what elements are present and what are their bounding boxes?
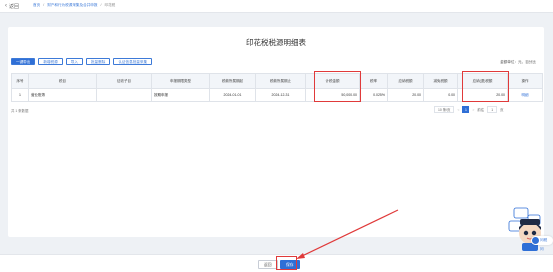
assistant-chat-label: 问税问 bbox=[540, 238, 548, 251]
cell-action: 明细 bbox=[507, 88, 543, 102]
back-link[interactable]: ‹ 返回 bbox=[5, 3, 19, 10]
cell-sub-item[interactable] bbox=[96, 88, 152, 102]
breadcrumb-separator: / bbox=[43, 3, 45, 7]
highlight-save-button bbox=[276, 256, 297, 270]
cell-tax-item[interactable]: 营业账簿 bbox=[28, 88, 97, 102]
highlight-taxable-amount bbox=[314, 71, 361, 102]
col-header-sub-item: 征收子目 bbox=[96, 73, 152, 89]
footer-back-button[interactable]: 返回 bbox=[258, 260, 278, 269]
cell-tax-rate: 0.025% bbox=[359, 88, 388, 102]
goto-label: 前往 bbox=[477, 108, 485, 112]
col-header-tax-payable: 应纳税额 bbox=[387, 73, 424, 89]
add-tax-source-button[interactable]: 新增税源 bbox=[38, 58, 63, 65]
breadcrumb: 首页 / 财产和行为税源采集及合并申报 / 印花税 bbox=[33, 3, 115, 8]
col-header-tax-rate: 税率 bbox=[359, 73, 388, 89]
batch-delete-button[interactable]: 批量删除 bbox=[85, 58, 111, 65]
goto-page-input[interactable]: 1 bbox=[487, 106, 498, 113]
total-count: 共 1 条数据 bbox=[11, 109, 29, 113]
col-header-period-type: 申报期限类型 bbox=[151, 73, 210, 89]
breadcrumb-current: 印花税 bbox=[104, 3, 116, 7]
back-label: 返回 bbox=[9, 3, 20, 10]
unit-label: 金额单位：元，百分比 bbox=[500, 60, 536, 64]
breadcrumb-tax-collection[interactable]: 财产和行为税源采集及合并申报 bbox=[47, 3, 97, 8]
highlight-tax-due bbox=[462, 71, 509, 102]
import-button[interactable]: 导入 bbox=[65, 58, 83, 65]
chevron-left-icon: ‹ bbox=[5, 3, 7, 9]
prev-page-button[interactable]: < bbox=[457, 108, 459, 112]
page-size-select[interactable]: 10 条/页 bbox=[434, 106, 455, 113]
pagination: 10 条/页 < 1 > 前往 1 页 bbox=[434, 106, 503, 113]
col-header-index: 序号 bbox=[11, 73, 29, 89]
batch-collect-button[interactable]: 认证信息批量采集 bbox=[113, 58, 153, 65]
cell-tax-payable: 20.00 bbox=[387, 88, 424, 102]
chat-icon bbox=[532, 237, 539, 244]
assistant-chat-button[interactable]: 问税问 bbox=[531, 236, 553, 251]
page-title: 印花税税源明细表 bbox=[246, 38, 306, 47]
col-header-period-start: 税款所属期起 bbox=[209, 73, 256, 89]
page-number-current[interactable]: 1 bbox=[462, 106, 470, 113]
main-card: 印花税税源明细表 一键带出 新增税源 导入 批量删除 认证信息批量采集 金额单位… bbox=[8, 27, 544, 237]
cell-tax-relief: 0.00 bbox=[423, 88, 458, 102]
breadcrumb-home[interactable]: 首页 bbox=[33, 3, 40, 8]
detail-link[interactable]: 明细 bbox=[522, 93, 529, 97]
cell-index: 1 bbox=[11, 88, 29, 102]
col-header-period-end: 税款所属期止 bbox=[255, 73, 306, 89]
col-header-action: 操作 bbox=[507, 73, 543, 89]
cell-period-end[interactable]: 2024-12-31 bbox=[255, 88, 306, 102]
cell-period-type[interactable]: 按期申报 bbox=[151, 88, 210, 102]
col-header-tax-relief: 减免税额 bbox=[423, 73, 458, 89]
top-bar: ‹ 返回 首页 / 财产和行为税源采集及合并申报 / 印花税 bbox=[0, 0, 553, 13]
breadcrumb-separator: / bbox=[100, 3, 102, 7]
col-header-tax-item: 税目 bbox=[28, 73, 97, 89]
toolbar: 一键带出 新增税源 导入 批量删除 认证信息批量采集 bbox=[11, 58, 153, 65]
one-click-fill-button[interactable]: 一键带出 bbox=[11, 58, 36, 65]
cell-period-start[interactable]: 2024-01-01 bbox=[209, 88, 256, 102]
next-page-button[interactable]: > bbox=[472, 108, 474, 112]
page-unit-label: 页 bbox=[500, 108, 504, 112]
